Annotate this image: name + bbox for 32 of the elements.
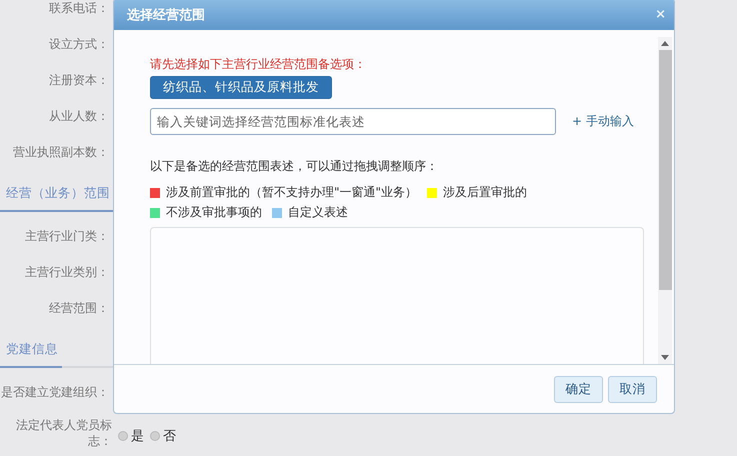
radio-button[interactable] xyxy=(150,431,160,441)
field-label: 注册资本： xyxy=(49,72,109,88)
legend-label: 涉及后置审批的 xyxy=(443,184,528,201)
field-label: 经营范围： xyxy=(49,300,109,316)
field-label: 联系电话： xyxy=(49,0,109,16)
dialog-button[interactable]: 取消 xyxy=(608,376,657,402)
scope-list-box[interactable] xyxy=(150,227,644,364)
legend-label: 自定义表述 xyxy=(288,204,348,221)
dialog-button[interactable]: 确定 xyxy=(554,376,603,402)
legend-label: 涉及前置审批的（暂不支持办理"一窗通"业务） xyxy=(166,184,418,201)
field-label: 从业人数： xyxy=(49,108,109,124)
field-label: 法定代表人党员标志： xyxy=(15,417,112,449)
field-label: 营业执照副本数： xyxy=(13,144,109,160)
field-label: 设立方式： xyxy=(49,36,109,52)
field-label: 是否建立党建组织： xyxy=(1,384,109,400)
radio-label: 是 xyxy=(131,428,144,445)
prompt-text: 请先选择如下主营行业经营范围备选项： xyxy=(150,56,367,72)
field-label: 主营行业类别： xyxy=(25,264,109,280)
radio-label: 否 xyxy=(163,428,176,445)
legend-label: 不涉及审批事项的 xyxy=(166,204,262,221)
scrollbar-thumb[interactable] xyxy=(658,50,672,290)
hint-text: 以下是备选的经营范围表述，可以通过拖拽调整顺序： xyxy=(150,158,439,175)
scroll-up-icon[interactable] xyxy=(661,41,669,46)
dialog-title: 选择经营范围 xyxy=(127,6,205,24)
radio-button[interactable] xyxy=(118,431,128,441)
scroll-down-icon[interactable] xyxy=(661,355,669,360)
field-label: 主营行业门类： xyxy=(25,228,109,244)
industry-option[interactable]: 纺织品、针织品及原料批发 xyxy=(150,76,332,99)
search-field[interactable]: 输入关键词选择经营范围标准化表述 xyxy=(150,108,556,135)
manual-input-link[interactable]: + 手动输入 xyxy=(572,114,634,128)
section-tab[interactable]: 党建信息 xyxy=(0,341,62,368)
scrollbar[interactable] xyxy=(658,37,672,364)
